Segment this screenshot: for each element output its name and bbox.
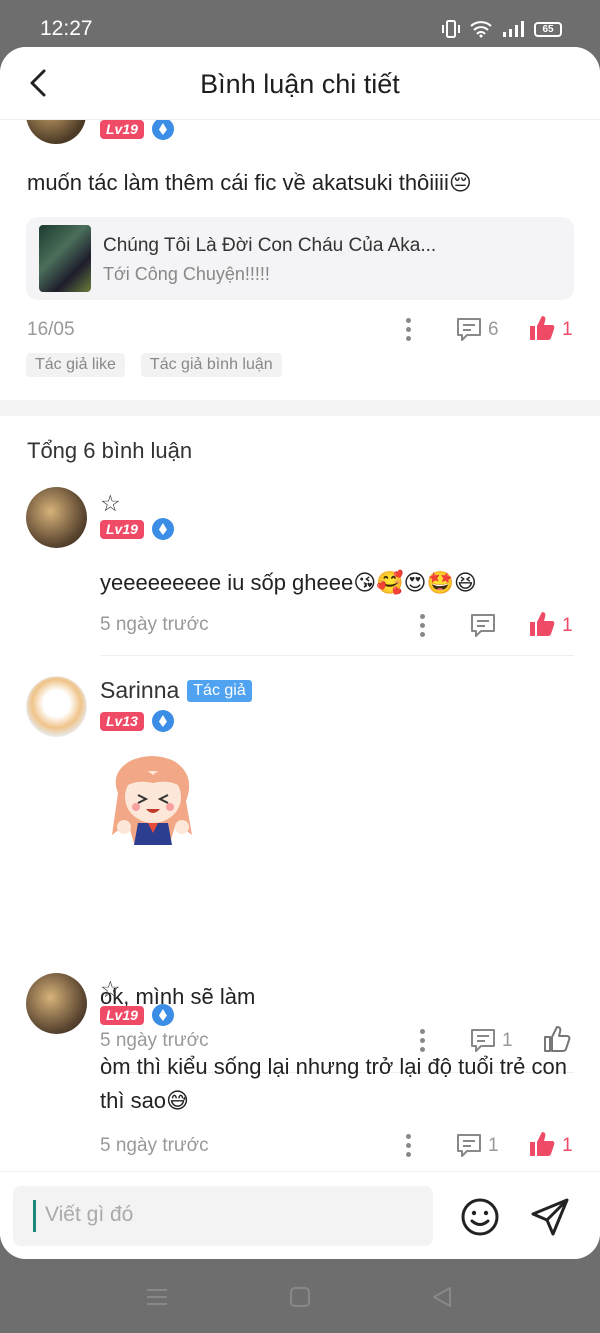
send-icon[interactable] [529, 1196, 571, 1238]
reply-count: 1 [488, 1135, 499, 1156]
comment-time: 5 ngày trước [100, 1030, 209, 1051]
thumbs-up-icon[interactable] [528, 1130, 556, 1158]
back-icon[interactable] [430, 1285, 454, 1309]
comment-detail-sheet: Bình luận chi tiết Lv19 muốn tác làm thê… [0, 47, 600, 1259]
thumbs-up-icon[interactable] [528, 314, 556, 342]
story-chapter: Tới Công Chuyện!!!!! [103, 264, 270, 284]
author-interaction-tags: Tác giả like Tác giả bình luận [26, 353, 282, 377]
rank-badge-icon [151, 518, 174, 540]
total-comments: Tổng 6 bình luận [27, 438, 193, 463]
avatar[interactable] [26, 487, 87, 548]
avatar[interactable] [26, 676, 87, 737]
avatar[interactable] [26, 120, 86, 144]
user-badges: Lv19 [100, 120, 174, 140]
signal-icon [503, 21, 524, 37]
page-title: Bình luận chi tiết [200, 69, 400, 99]
comment-time: 5 ngày trước [100, 1135, 209, 1156]
reply-icon[interactable] [469, 612, 497, 638]
rank-badge-icon [151, 1004, 174, 1026]
level-badge: Lv19 [100, 120, 144, 139]
comment-input-bar: Viết gì đó [0, 1171, 600, 1259]
comment-text: muốn tác làm thêm cái fic về akatsuki th… [27, 170, 472, 195]
more-options-icon[interactable] [404, 1134, 412, 1160]
system-nav-bar [0, 1259, 600, 1333]
thumbs-up-icon[interactable] [528, 610, 556, 638]
home-icon[interactable] [288, 1285, 312, 1309]
emoji-icon[interactable] [459, 1196, 501, 1238]
user-badges: Lv19 [100, 1004, 174, 1026]
like-count: 1 [562, 615, 573, 636]
anime-girl-sticker [112, 756, 192, 845]
battery-icon: 65 [534, 21, 562, 37]
wifi-icon [470, 21, 492, 38]
comment-input[interactable]: Viết gì đó [13, 1186, 433, 1246]
author-tag: Tác giả [187, 680, 252, 702]
like-count: 1 [562, 1135, 573, 1156]
reply-icon[interactable] [455, 1132, 483, 1158]
username-row: Sarinna Tác giả [100, 677, 252, 704]
menu-icon[interactable] [145, 1285, 169, 1309]
story-title: Chúng Tôi Là Đời Con Cháu Của Aka... [103, 235, 437, 256]
status-bar: 12:27 65 [0, 0, 600, 52]
story-cover [39, 225, 91, 292]
status-icons: 65 [442, 19, 562, 39]
more-options-icon[interactable] [404, 318, 412, 344]
reply-icon[interactable] [455, 316, 483, 342]
thumbs-up-outline-icon[interactable] [543, 1025, 571, 1053]
rank-badge-icon [151, 710, 174, 732]
more-options-icon[interactable] [418, 614, 426, 640]
username[interactable]: ☆ [100, 490, 121, 517]
avatar[interactable] [26, 973, 87, 1034]
comment-text: òm thì kiểu sống lại nhưng trở lại độ tu… [100, 1054, 567, 1113]
comment-thread[interactable]: Lv19 muốn tác làm thêm cái fic về akatsu… [0, 120, 600, 1171]
username[interactable]: ☆ [100, 976, 121, 1003]
level-badge: Lv19 [100, 1005, 144, 1025]
like-count: 1 [562, 319, 573, 340]
text-caret [33, 1200, 36, 1232]
reply-count: 6 [488, 319, 499, 340]
comment-date: 16/05 [27, 319, 75, 340]
status-time: 12:27 [40, 17, 93, 40]
header: Bình luận chi tiết [0, 47, 600, 120]
level-badge: Lv19 [100, 519, 144, 539]
section-divider [0, 400, 600, 416]
divider [100, 655, 574, 656]
user-badges: Lv13 [100, 710, 174, 732]
reply-count: 1 [502, 1030, 513, 1051]
story-card[interactable]: Chúng Tôi Là Đời Con Cháu Của Aka... Tới… [26, 217, 574, 300]
comment-time: 5 ngày trước [100, 614, 209, 635]
rank-badge-icon [151, 120, 174, 140]
level-badge: Lv13 [100, 711, 144, 731]
input-placeholder: Viết gì đó [45, 1203, 134, 1226]
tag-author-commented: Tác giả bình luận [140, 353, 282, 377]
vibrate-icon [442, 20, 460, 38]
comment-text: yeeeeeeeee iu sốp gheee😘🥰😍🤩😆 [100, 570, 477, 595]
tag-author-liked: Tác giả like [26, 353, 125, 377]
user-badges: Lv19 [100, 518, 174, 540]
username[interactable]: Sarinna [100, 677, 179, 703]
